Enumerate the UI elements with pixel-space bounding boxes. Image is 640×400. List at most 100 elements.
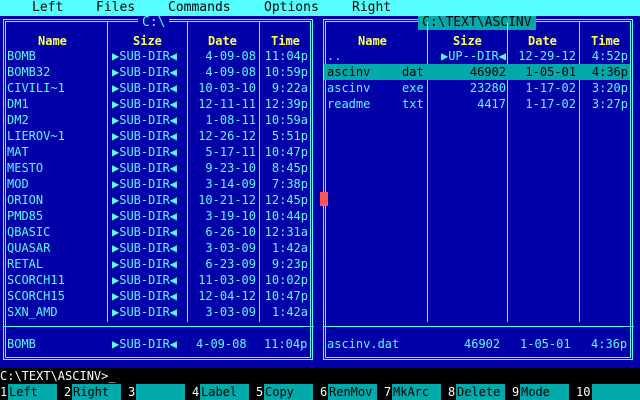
file-list-item[interactable]: QUASAR ▶SUB-DIR◀ 3-03-09 1:42a [4,240,310,256]
file-time: 1:42a [271,305,308,319]
file-date: 3-14-09 [205,177,256,191]
file-date: 12-11-11 [198,97,256,111]
function-key-bar: 1 Left 2 Right 3 4 Label 5 Copy 6 RenMov 7 MkArc 8 Del… [0,384,640,400]
fkey-9[interactable]: 9 Mode [512,384,576,400]
file-name: LIEROV~1 [7,129,65,143]
menu-commands[interactable]: Commands [168,0,231,16]
column-header-size: Size [453,34,482,48]
fkey-label: RenMov [328,384,377,400]
file-size: ▶SUB-DIR◀ [112,257,178,271]
file-list-item[interactable]: ascinv dat 46902 1-05-01 4:36p [324,64,630,80]
file-time: 10:44p [264,209,308,223]
file-list-item[interactable]: .. ▶UP--DIR◀ 12-29-12 4:52p [324,48,630,64]
file-size: ▶SUB-DIR◀ [112,305,178,319]
file-date: 5-17-11 [205,145,256,159]
file-time: 10:47p [264,145,308,159]
fkey-3[interactable]: 3 [128,384,192,400]
file-date: 1-05-01 [525,65,576,79]
file-name: MOD [7,177,29,191]
right-panel-path: C:\TEXT\ASCINV [418,16,536,30]
status-time: 4:36p [591,337,628,351]
file-size: ▶SUB-DIR◀ [112,225,178,239]
file-list-item[interactable]: SXN_AMD ▶SUB-DIR◀ 3-03-09 1:42a [4,304,310,320]
file-name: DM1 [7,97,29,111]
column-header-date: Date [528,34,557,48]
left-panel-path: C:\ [138,16,170,30]
file-list-item[interactable]: LIEROV~1 ▶SUB-DIR◀ 12-26-12 5:51p [4,128,310,144]
fkey-10[interactable]: 10 [576,384,640,400]
file-list-item[interactable]: ascinv exe 23280 1-17-02 3:20p [324,80,630,96]
file-date: 1-17-02 [525,97,576,111]
file-time: 9:23p [271,257,308,271]
file-list-item[interactable]: CIVILI~1 ▶SUB-DIR◀ 10-03-10 9:22a [4,80,310,96]
fkey-8[interactable]: 8 Delete [448,384,512,400]
file-date: 10-03-10 [198,81,256,95]
menu-files[interactable]: Files [96,0,135,16]
file-name: BOMB32 [7,65,51,79]
file-time: 10:02p [264,273,308,287]
file-time: 12:31a [264,225,308,239]
file-list-item[interactable]: BOMB ▶SUB-DIR◀ 4-09-08 11:04p [4,48,310,64]
file-time: 10:59a [264,113,308,127]
file-name: DM2 [7,113,29,127]
fkey-5[interactable]: 5 Copy [256,384,320,400]
file-list-item[interactable]: BOMB32 ▶SUB-DIR◀ 4-09-08 10:59p [4,64,310,80]
fkey-2[interactable]: 2 Right [64,384,128,400]
file-name: MESTO [7,161,44,175]
file-list-item[interactable]: readme txt 4417 1-17-02 3:27p [324,96,630,112]
file-date: 12-26-12 [198,129,256,143]
status-size: ▶SUB-DIR◀ [112,337,178,351]
panel-scroll-marker [320,192,328,206]
file-size: ▶SUB-DIR◀ [112,81,178,95]
fkey-6[interactable]: 6 RenMov [320,384,384,400]
file-name: PMD85 [7,209,44,223]
file-name: QUASAR [7,241,51,255]
fkey-7[interactable]: 7 MkArc [384,384,448,400]
file-list-item[interactable]: DM2 ▶SUB-DIR◀ 1-08-11 10:59a [4,112,310,128]
file-name: SCORCH15 [7,289,65,303]
file-extension: dat [402,65,424,79]
file-list-item[interactable]: RETAL ▶SUB-DIR◀ 6-23-09 9:23p [4,256,310,272]
file-list-item[interactable]: ORION ▶SUB-DIR◀ 10-21-12 12:45p [4,192,310,208]
column-header-size: Size [133,34,162,48]
status-size: 46902 [464,337,501,351]
right-panel[interactable]: C:\TEXT\ASCINV Name Size Date Time .. ▶UP… [320,16,640,368]
left-panel[interactable]: C:\ Name Size Date Time BOMB ▶SUB-DIR◀ 4-0… [0,16,320,368]
file-date: 1-08-11 [205,113,256,127]
menu-bar: Left Files Commands Options Right [0,0,640,16]
file-size: ▶SUB-DIR◀ [112,289,178,303]
file-size: ▶SUB-DIR◀ [112,273,178,287]
file-list-item[interactable]: MOD ▶SUB-DIR◀ 3-14-09 7:38p [4,176,310,192]
file-list-item[interactable]: QBASIC ▶SUB-DIR◀ 6-26-10 12:31a [4,224,310,240]
file-time: 3:20p [591,81,628,95]
status-date: 1-05-01 [520,337,571,351]
file-name: SXN_AMD [7,305,58,319]
file-time: 12:39p [264,97,308,111]
file-date: 12-29-12 [518,49,576,63]
file-name: BOMB [7,49,36,63]
file-size: ▶SUB-DIR◀ [112,129,178,143]
column-header-name: Name [358,34,387,48]
file-name: ORION [7,193,44,207]
fkey-label [592,384,640,400]
status-name: BOMB [7,337,36,351]
fkey-4[interactable]: 4 Label [192,384,256,400]
fkey-1[interactable]: 1 Left [0,384,64,400]
menu-left[interactable]: Left [32,0,63,16]
file-list-item[interactable]: MESTO ▶SUB-DIR◀ 9-23-10 8:45p [4,160,310,176]
file-list-item[interactable]: MAT ▶SUB-DIR◀ 5-17-11 10:47p [4,144,310,160]
command-line[interactable]: C:\TEXT\ASCINV>_ [0,368,640,384]
menu-right[interactable]: Right [352,0,391,16]
file-list-item[interactable]: SCORCH11 ▶SUB-DIR◀ 11-03-09 10:02p [4,272,310,288]
file-time: 7:38p [271,177,308,191]
column-header-time: Time [271,34,300,48]
file-list-item[interactable]: PMD85 ▶SUB-DIR◀ 3-19-10 10:44p [4,208,310,224]
file-list-item[interactable]: SCORCH15 ▶SUB-DIR◀ 12-04-12 10:47p [4,288,310,304]
file-name: ascinv [327,81,371,95]
file-size: ▶SUB-DIR◀ [112,113,178,127]
fkey-label: Label [200,384,249,400]
file-time: 10:47p [264,289,308,303]
file-date: 12-04-12 [198,289,256,303]
file-list-item[interactable]: DM1 ▶SUB-DIR◀ 12-11-11 12:39p [4,96,310,112]
menu-options[interactable]: Options [264,0,319,16]
